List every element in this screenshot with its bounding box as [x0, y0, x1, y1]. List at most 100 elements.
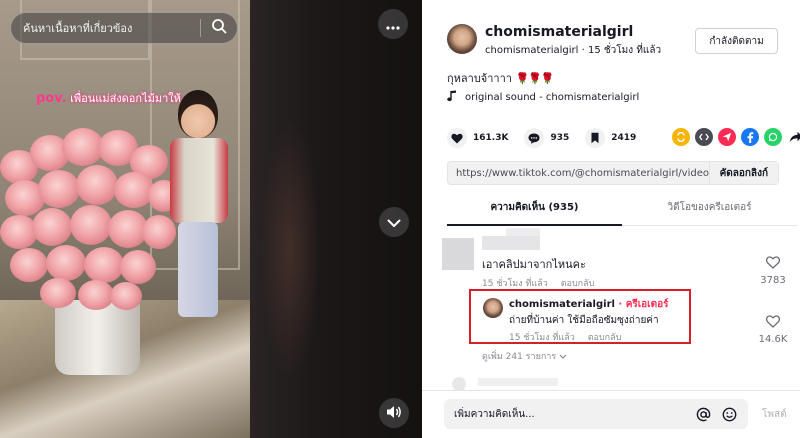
rose-decor: [78, 280, 114, 310]
details-panel: chomismaterialgirl chomismaterialgirl · …: [422, 0, 800, 438]
flower-box: [55, 300, 140, 375]
tab-comments[interactable]: ความคิดเห็น (935): [447, 196, 622, 226]
comment-composer: โพสต์: [422, 390, 800, 438]
sound-name: original sound - chomismaterialgirl: [465, 92, 640, 103]
post-comment-button[interactable]: โพสต์: [762, 407, 787, 422]
search-icon: [211, 18, 227, 38]
rose-decor: [70, 205, 112, 245]
comment-avatar-partial[interactable]: [452, 377, 466, 390]
comment-action[interactable]: 935: [524, 128, 569, 148]
comment-list[interactable]: เอาคลิปมาจากไหนคะ 15 ชั่วโมง ที่แล้ว ตอบ…: [422, 226, 800, 390]
bookmark-icon: [585, 128, 606, 148]
creator-badge: · ครีเอเตอร์: [614, 299, 669, 310]
comment-text: เอาคลิปมาจากไหนคะ: [482, 258, 586, 271]
view-more-replies[interactable]: ดูเพิ่ม 241 รายการ: [482, 349, 567, 363]
comment-count: 935: [550, 133, 570, 143]
girl-figure-body: [170, 138, 228, 223]
comment-like-button[interactable]: 3783: [758, 254, 788, 286]
share-arrow-icon[interactable]: [787, 128, 800, 146]
whatsapp-icon[interactable]: [764, 128, 782, 146]
following-button[interactable]: กำลังติดตาม: [695, 28, 778, 54]
rose-decor: [142, 215, 176, 249]
caption-emoji: 🌹🌹🌹: [515, 72, 554, 85]
speaker-icon: [386, 404, 402, 423]
chevron-down-icon: [387, 213, 401, 232]
heart-outline-icon: [765, 254, 781, 273]
like-count: 161.3K: [473, 133, 509, 143]
search-button[interactable]: [201, 13, 237, 43]
sound-link[interactable]: original sound - chomismaterialgirl: [447, 90, 639, 105]
embed-code-icon[interactable]: [695, 128, 713, 146]
facebook-icon[interactable]: [741, 128, 759, 146]
view-more-label: ดูเพิ่ม 241 รายการ: [482, 352, 557, 362]
post-time: 15 ชั่วโมง ที่แล้ว: [587, 45, 662, 56]
video-frame[interactable]: pov. เพื่อนแม่ส่งดอกไม้มาให้: [0, 0, 250, 438]
reply-link[interactable]: ตอบกลับ: [561, 279, 595, 289]
reply-time: 15 ชั่วโมง ที่แล้ว: [509, 333, 575, 343]
video-caption: กุหลาบจ้าาาา 🌹🌹🌹: [447, 69, 555, 87]
comment-avatar-blurred[interactable]: [442, 238, 474, 270]
video-url[interactable]: https://www.tiktok.com/@chomismaterialgi…: [448, 168, 709, 179]
emoji-icon[interactable]: [720, 405, 738, 423]
comment-input[interactable]: [444, 399, 684, 429]
save-action[interactable]: 2419: [585, 128, 636, 148]
girl-figure-legs: [178, 222, 218, 317]
author-avatar[interactable]: [447, 24, 477, 54]
rose-decor: [46, 245, 86, 281]
rose-decor: [76, 165, 118, 205]
more-options-button[interactable]: [378, 9, 408, 39]
more-dots-icon: [386, 15, 400, 34]
author-display-name[interactable]: chomismaterialgirl: [485, 24, 633, 40]
panel-tabs: ความคิดเห็น (935) วิดีโอของครีเอเตอร์: [447, 196, 797, 226]
save-count: 2419: [611, 133, 637, 143]
comment-time: 15 ชั่วโมง ที่แล้ว: [482, 279, 548, 289]
reply-link[interactable]: ตอบกลับ: [588, 333, 622, 343]
video-player[interactable]: pov. เพื่อนแม่ส่งดอกไม้มาให้: [0, 0, 422, 438]
rose-decor: [84, 247, 124, 283]
comment-input-wrapper: [444, 399, 748, 429]
mention-icon[interactable]: [694, 405, 712, 423]
creator-reply: chomismaterialgirl · ครีเอเตอร์ ถ่ายที่บ…: [469, 289, 691, 344]
caption-text: กุหลาบจ้าาาา: [447, 72, 512, 85]
repost-icon[interactable]: [672, 128, 690, 146]
heart-outline-icon: [765, 313, 781, 332]
rose-decor: [40, 278, 76, 308]
comment-author-blurred: [482, 236, 540, 250]
tab-creator-videos[interactable]: วิดีโอของครีเอเตอร์: [622, 196, 797, 225]
next-video-button[interactable]: [379, 207, 409, 237]
comment-bubble-icon: [524, 128, 545, 148]
reply-text: ถ่ายที่บ้านค่า ใช้มือถือซัมซุงถ่ายค่า: [509, 315, 659, 326]
comment-like-count: 3783: [760, 275, 786, 286]
share-link-row: https://www.tiktok.com/@chomismaterialgi…: [447, 161, 779, 185]
volume-button[interactable]: [379, 398, 409, 428]
comment-meta: 15 ชั่วโมง ที่แล้ว ตอบกลับ: [482, 276, 594, 290]
video-text-overlay: pov. เพื่อนแม่ส่งดอกไม้มาให้: [36, 89, 181, 107]
overlay-caption-text: เพื่อนแม่ส่งดอกไม้มาให้: [70, 92, 181, 105]
chevron-down-icon: [559, 352, 567, 362]
search-bar: [10, 12, 238, 44]
rose-decor: [38, 170, 80, 208]
reply-author-name[interactable]: chomismaterialgirl: [509, 299, 615, 310]
rose-decor: [110, 282, 142, 310]
comment-author-partial: [478, 378, 558, 386]
rose-decor: [32, 208, 72, 246]
overlay-pov-text: pov.: [36, 91, 67, 106]
rose-decor: [10, 248, 48, 282]
reply-meta: 15 ชั่วโมง ที่แล้ว ตอบกลับ: [509, 330, 621, 344]
heart-icon: [447, 128, 467, 148]
reply-like-count: 14.6K: [758, 334, 788, 345]
girl-figure-head: [178, 90, 218, 138]
reply-author: chomismaterialgirl · ครีเอเตอร์: [509, 297, 668, 312]
rose-decor: [120, 250, 156, 284]
like-action[interactable]: 161.3K: [447, 128, 508, 148]
music-note-icon: [447, 90, 457, 105]
action-bar: 161.3K 935 2419: [447, 128, 800, 148]
search-input[interactable]: [11, 13, 200, 43]
share-icons: [672, 128, 800, 146]
reply-avatar[interactable]: [483, 298, 503, 318]
copy-link-button[interactable]: คัดลอกลิงก์: [708, 162, 778, 184]
send-paper-plane-icon[interactable]: [718, 128, 736, 146]
author-meta: chomismaterialgirl · 15 ชั่วโมง ที่แล้ว: [485, 43, 661, 58]
reply-like-button[interactable]: 14.6K: [754, 313, 792, 345]
author-username: chomismaterialgirl: [485, 45, 579, 56]
